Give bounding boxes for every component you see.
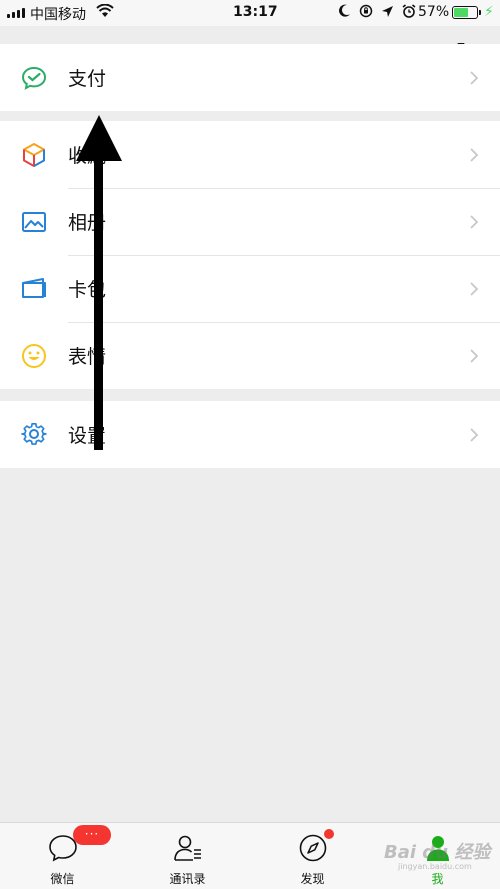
chevron-right-icon: [470, 281, 479, 296]
contacts-icon: [173, 835, 201, 861]
card-icon: [22, 277, 46, 298]
baidu-watermark: Bai du 经验: [384, 842, 491, 863]
menu-label-pay: 支付: [68, 68, 107, 90]
baidu-watermark-url: jingyan.baidu.com: [398, 862, 472, 871]
moon-icon: [339, 4, 350, 17]
compass-icon: [299, 834, 326, 862]
chevron-right-icon: [470, 70, 479, 85]
chevron-right-icon: [470, 214, 479, 229]
rotation-lock-icon: [359, 4, 373, 18]
menu-label-album: 相册: [68, 212, 107, 234]
status-bar: 中国移动 13:17 57% ⚡: [0, 0, 500, 26]
tab-discover[interactable]: 发现: [250, 823, 375, 889]
wechat-pay-icon: [21, 66, 47, 90]
discover-notification-dot: [324, 829, 334, 839]
tab-label-me: 我: [431, 872, 444, 886]
menu-row-favorites[interactable]: 收藏: [0, 121, 500, 188]
chevron-right-icon: [470, 348, 479, 363]
chats-unread-badge: ···: [73, 825, 111, 845]
chevron-right-icon: [470, 147, 479, 162]
tab-label-chats: 微信: [50, 872, 75, 886]
battery-percentage: 57%: [418, 4, 450, 20]
signal-strength-icon: [7, 8, 25, 18]
menu-row-album[interactable]: 相册: [0, 188, 500, 255]
tab-label-discover: 发现: [300, 872, 325, 886]
wifi-icon: [96, 4, 114, 17]
menu-row-stickers[interactable]: 表情: [0, 322, 500, 389]
alarm-icon: [402, 4, 416, 18]
smiley-icon: [22, 343, 46, 368]
settings-group: 设置: [0, 401, 500, 468]
picture-icon: [22, 211, 46, 232]
chevron-right-icon: [470, 427, 479, 442]
menu-label-settings: 设置: [68, 425, 107, 447]
battery-icon: [452, 6, 481, 19]
clock-time: 13:17: [233, 4, 278, 20]
gear-icon: [21, 422, 47, 445]
tab-chats[interactable]: ··· 微信: [0, 823, 125, 889]
menu-label-stickers: 表情: [68, 346, 107, 368]
location-icon: [382, 5, 393, 17]
menu-row-pay[interactable]: 支付: [0, 44, 500, 111]
menu-row-settings[interactable]: 设置: [0, 401, 500, 468]
charging-bolt-icon: ⚡: [484, 4, 494, 20]
tab-contacts[interactable]: 通讯录: [125, 823, 250, 889]
tab-label-contacts: 通讯录: [169, 872, 206, 886]
cube-icon: [23, 142, 45, 167]
menu-row-cards[interactable]: 卡包: [0, 255, 500, 322]
menu-label-cards: 卡包: [68, 279, 107, 301]
carrier-name: 中国移动: [30, 7, 86, 23]
menu-label-favorites: 收藏: [68, 145, 107, 167]
pay-group: 支付: [0, 44, 500, 111]
features-group: 收藏 相册 卡包 表情: [0, 121, 500, 389]
